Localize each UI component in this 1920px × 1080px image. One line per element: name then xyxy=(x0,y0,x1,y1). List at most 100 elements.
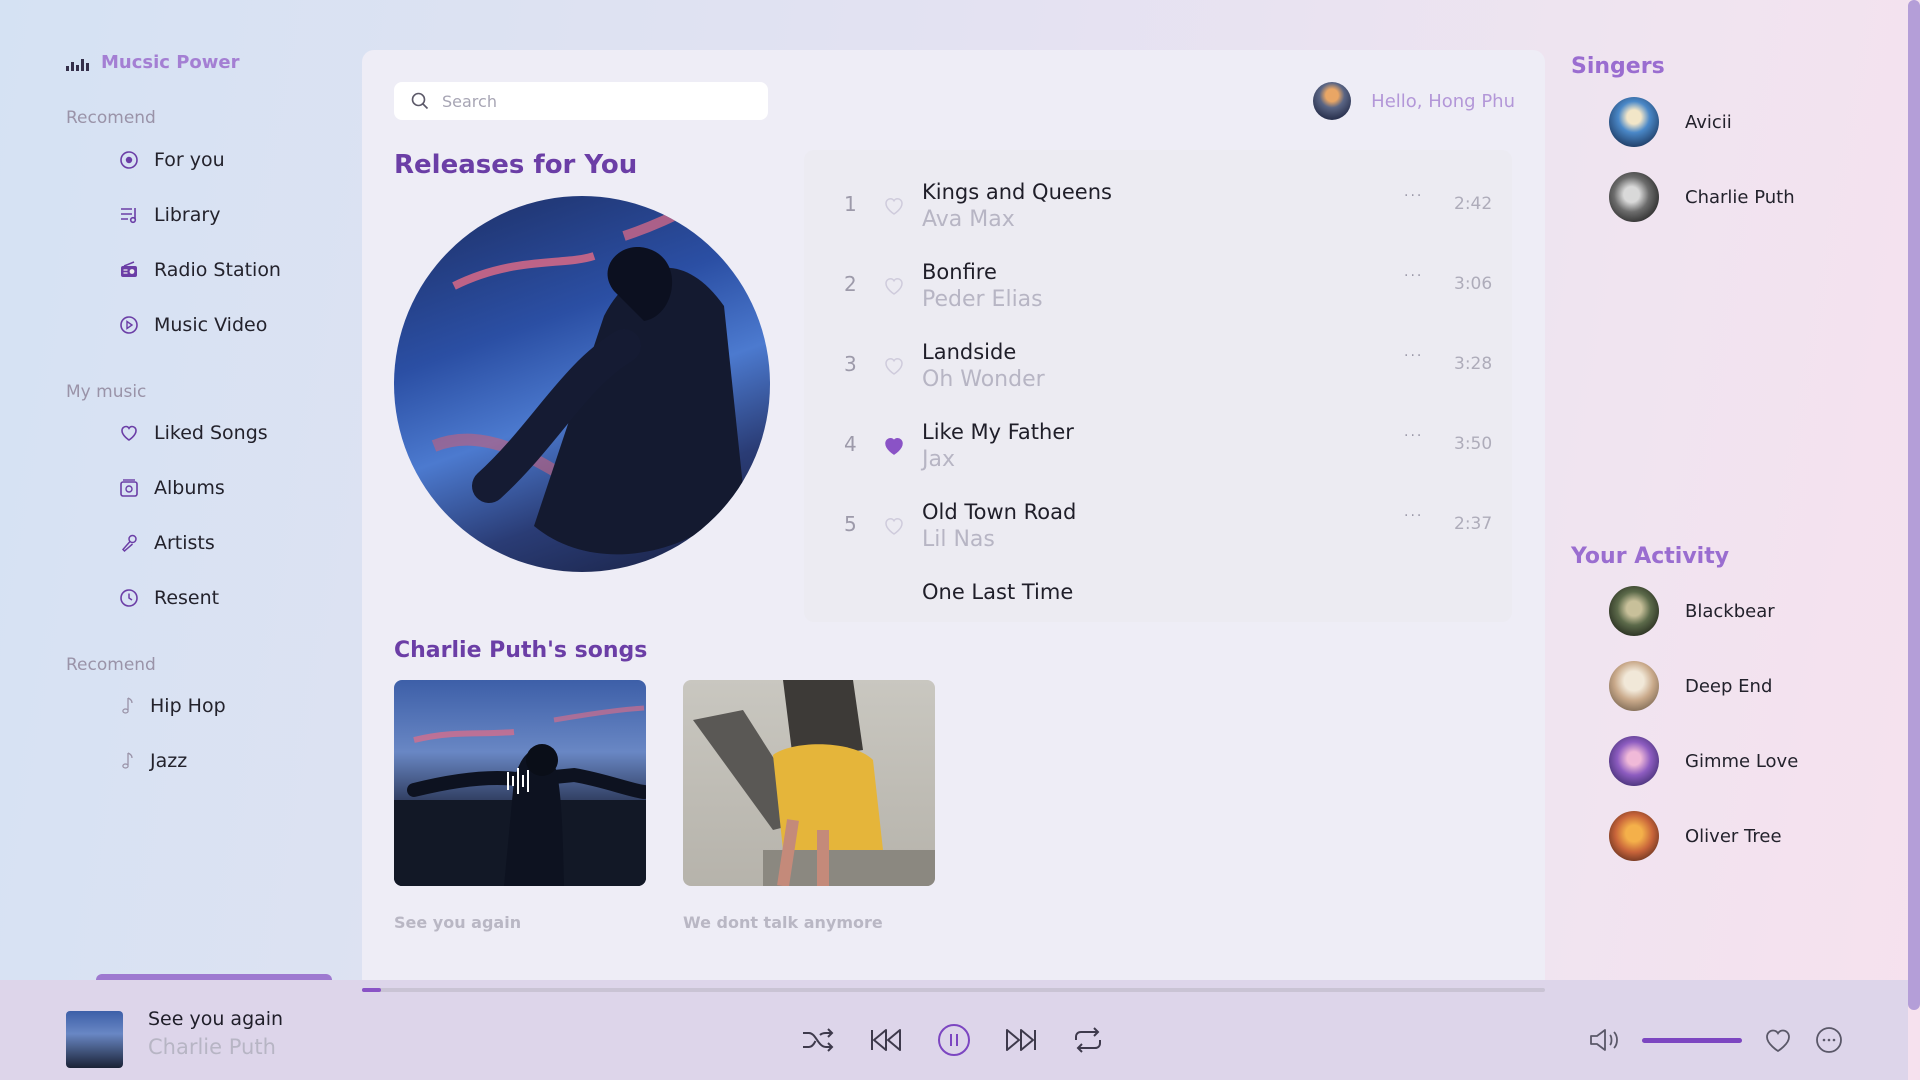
track-number: 2 xyxy=(844,272,857,296)
track-list: 1 Kings and Queens Ava Max ··· 2:42 2 Bo… xyxy=(804,150,1512,622)
singer-item[interactable]: Charlie Puth xyxy=(1609,172,1795,222)
activity-item[interactable]: Gimme Love xyxy=(1609,736,1798,786)
activity-name: Gimme Love xyxy=(1685,750,1799,772)
singers-title: Singers xyxy=(1571,54,1665,79)
more-options-icon[interactable]: ··· xyxy=(1404,428,1423,444)
track-number: 3 xyxy=(844,352,857,376)
main-panel: Hello, Hong Phu Releases for You 1 Kings… xyxy=(362,50,1545,980)
song-card[interactable] xyxy=(683,680,935,886)
sidebar-item-label: Music Video xyxy=(154,314,268,336)
now-playing-cover[interactable] xyxy=(66,1011,123,1068)
now-playing-artist: Charlie Puth xyxy=(148,1035,276,1059)
sidebar-item-label: Jazz xyxy=(150,750,188,772)
sidebar-item-library[interactable]: Library xyxy=(118,204,220,226)
repeat-icon[interactable] xyxy=(1070,1022,1106,1058)
volume-fill xyxy=(1642,1038,1742,1043)
playlist-icon xyxy=(121,208,137,224)
fast-forward-icon[interactable] xyxy=(1003,1022,1039,1058)
greeting: Hello, Hong Phu xyxy=(1371,90,1515,112)
volume-icon[interactable] xyxy=(1586,1022,1622,1058)
sidebar-item-artists[interactable]: Artists xyxy=(118,532,215,554)
play-circle-icon xyxy=(120,316,138,334)
heart-icon xyxy=(121,425,137,441)
progress-bar[interactable] xyxy=(362,988,1545,992)
sidebar-item-albums[interactable]: Albums xyxy=(118,477,225,499)
sidebar-item-resent[interactable]: Resent xyxy=(118,587,219,609)
heart-icon[interactable] xyxy=(1760,1022,1796,1058)
song-card[interactable] xyxy=(394,680,646,886)
sidebar-item-label: Liked Songs xyxy=(154,422,268,444)
track-row[interactable]: 2 Bonfire Peder Elias ··· 3:06 xyxy=(804,250,1512,318)
avatar xyxy=(1609,661,1659,711)
music-note-icon xyxy=(122,752,133,769)
more-options-icon[interactable]: ··· xyxy=(1404,188,1423,204)
track-title: Kings and Queens xyxy=(922,180,1112,204)
heart-icon[interactable] xyxy=(882,194,906,216)
sidebar-item-for-you[interactable]: For you xyxy=(118,149,225,171)
track-artist: Lil Nas xyxy=(922,527,995,552)
pause-icon[interactable] xyxy=(936,1022,972,1058)
sidebar-item-radio-station[interactable]: Radio Station xyxy=(118,259,281,281)
more-options-icon[interactable] xyxy=(1811,1022,1847,1058)
track-artist: Oh Wonder xyxy=(922,367,1045,392)
sidebar-item-label: Resent xyxy=(154,587,220,609)
track-artist: Peder Elias xyxy=(922,287,1043,312)
search-box[interactable] xyxy=(394,82,768,120)
heart-icon[interactable] xyxy=(882,274,906,296)
sidebar-item-liked-songs[interactable]: Liked Songs xyxy=(118,422,268,444)
user-menu[interactable]: Hello, Hong Phu xyxy=(1313,82,1515,120)
volume-slider[interactable] xyxy=(1642,1038,1742,1043)
music-note-icon xyxy=(122,697,133,714)
track-row[interactable]: 4 Like My Father Jax ··· 3:50 xyxy=(804,410,1512,478)
track-title: Old Town Road xyxy=(922,500,1077,524)
track-row[interactable]: 1 Kings and Queens Ava Max ··· 2:42 xyxy=(804,170,1512,238)
track-title: Like My Father xyxy=(922,420,1074,444)
avatar[interactable] xyxy=(1313,82,1352,120)
page-scrollbar[interactable] xyxy=(1908,0,1920,1010)
song-card-label: See you again xyxy=(394,913,522,932)
activity-item[interactable]: Deep End xyxy=(1609,661,1772,711)
heart-icon[interactable] xyxy=(882,514,906,536)
sidebar-item-label: Library xyxy=(154,204,221,226)
brand-logo[interactable]: Mucsic Power xyxy=(66,52,240,73)
avatar xyxy=(1609,811,1659,861)
track-number: 5 xyxy=(844,512,857,536)
progress-fill xyxy=(362,988,381,992)
rewind-icon[interactable] xyxy=(868,1022,904,1058)
activity-item[interactable]: Oliver Tree xyxy=(1609,811,1782,861)
sidebar-item-hip-hop[interactable]: Hip Hop xyxy=(118,695,226,717)
track-number: 1 xyxy=(844,192,857,216)
sidebar-item-label: For you xyxy=(154,149,225,171)
more-options-icon[interactable]: ··· xyxy=(1404,348,1423,364)
track-title: One Last Time xyxy=(922,580,1074,604)
heart-filled-icon[interactable] xyxy=(882,434,906,456)
avatar xyxy=(1609,586,1659,636)
track-row[interactable]: 3 Landside Oh Wonder ··· 3:28 xyxy=(804,330,1512,398)
releases-title: Releases for You xyxy=(394,150,638,180)
track-row[interactable]: One Last Time xyxy=(804,570,1512,622)
search-input[interactable] xyxy=(442,91,742,111)
track-number: 4 xyxy=(844,432,857,456)
track-duration: 3:50 xyxy=(1454,434,1493,454)
more-options-icon[interactable]: ··· xyxy=(1404,508,1423,524)
sidebar-item-label: Artists xyxy=(154,532,215,554)
release-cover-image[interactable] xyxy=(394,196,770,572)
heart-icon[interactable] xyxy=(882,354,906,376)
target-icon xyxy=(120,151,138,169)
activity-item[interactable]: Blackbear xyxy=(1609,586,1775,636)
album-icon xyxy=(120,479,138,497)
more-options-icon[interactable]: ··· xyxy=(1404,268,1423,284)
shuffle-icon[interactable] xyxy=(800,1022,836,1058)
sidebar-item-jazz[interactable]: Jazz xyxy=(118,750,187,772)
section-heading-recomend: Recomend xyxy=(66,108,156,128)
activity-name: Deep End xyxy=(1685,675,1773,697)
avatar xyxy=(1609,172,1659,222)
track-duration: 3:28 xyxy=(1454,354,1493,374)
sidebar-item-music-video[interactable]: Music Video xyxy=(118,314,267,336)
track-row[interactable]: 5 Old Town Road Lil Nas ··· 2:37 xyxy=(804,490,1512,558)
track-duration: 2:37 xyxy=(1454,514,1493,534)
song-card-label: We dont talk anymore xyxy=(683,913,883,932)
microphone-icon xyxy=(121,534,137,553)
song-card-artwork xyxy=(693,680,935,886)
singer-item[interactable]: Avicii xyxy=(1609,97,1732,147)
